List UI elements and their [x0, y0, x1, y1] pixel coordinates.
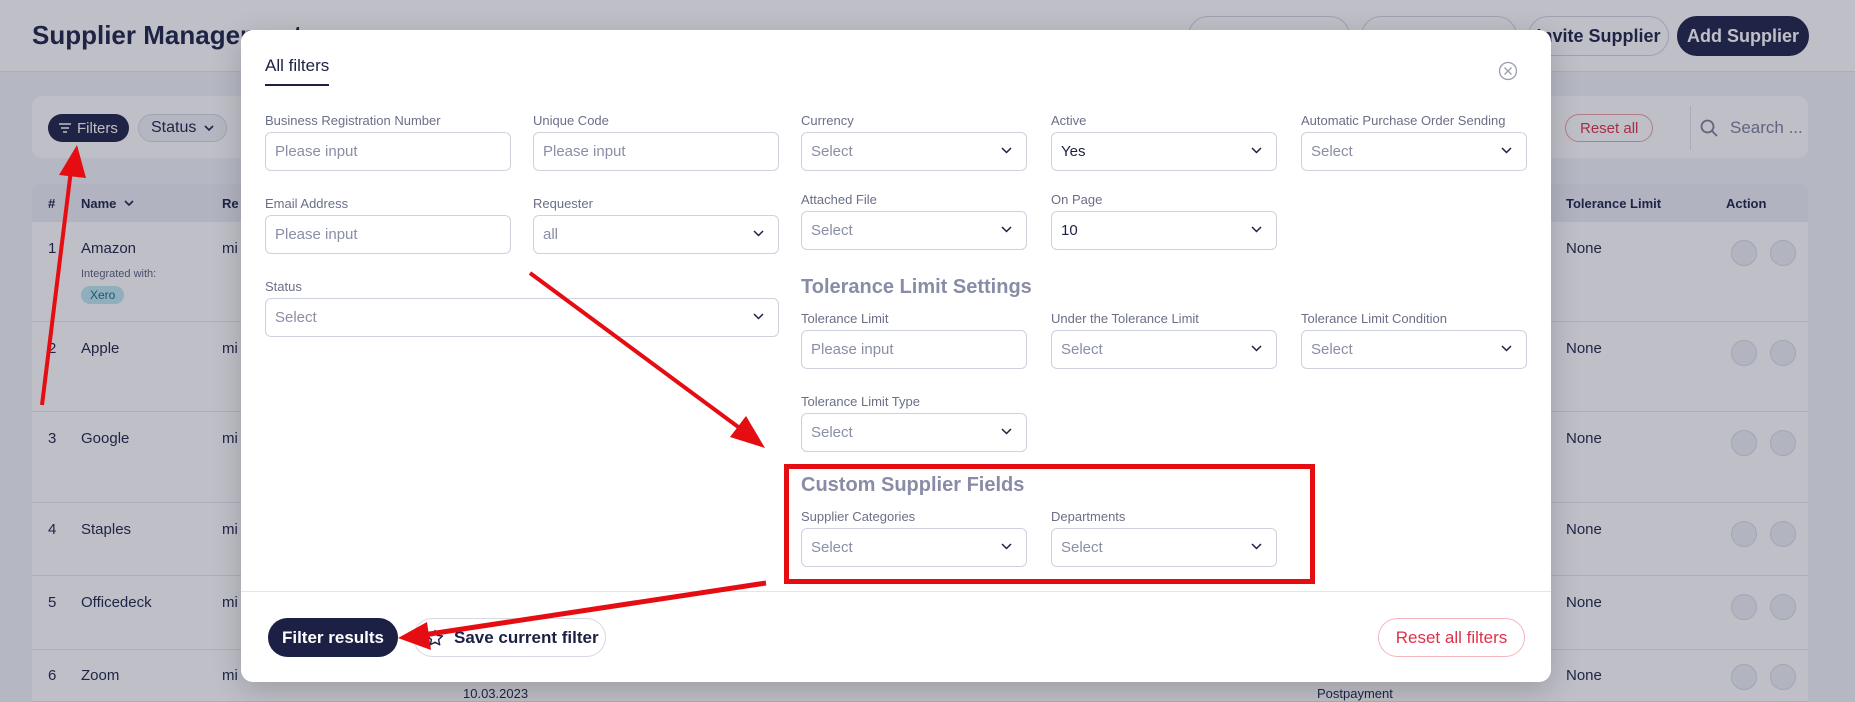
arrow-to-filter-results [398, 580, 767, 650]
annotation-arrows [40, 145, 767, 650]
arrow-to-custom-fields [528, 271, 765, 448]
arrow-to-filters [40, 145, 86, 406]
